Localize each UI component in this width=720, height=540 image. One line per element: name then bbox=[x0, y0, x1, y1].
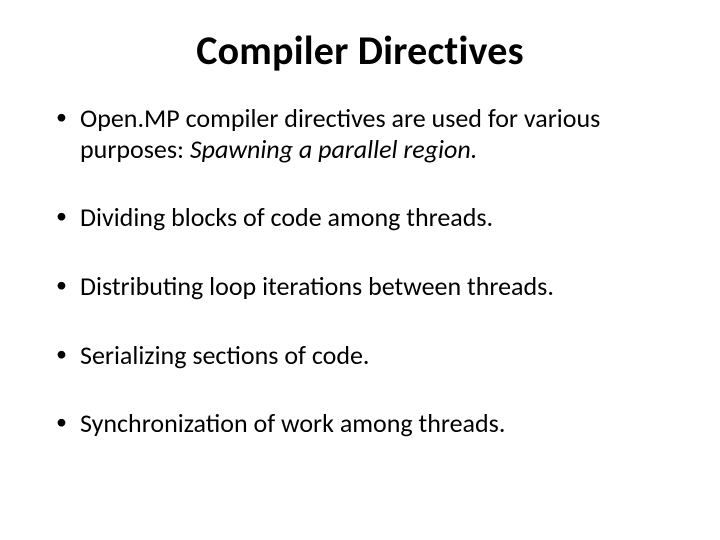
bullet-text: Distributing loop iterations between thr… bbox=[80, 270, 554, 302]
list-item: Open.MP compiler directives are used for… bbox=[50, 103, 670, 164]
bullet-text: Synchronization of work among threads. bbox=[80, 407, 505, 439]
bullet-list: Open.MP compiler directives are used for… bbox=[50, 103, 670, 439]
slide-title: Compiler Directives bbox=[50, 26, 670, 75]
slide: Compiler Directives Open.MP compiler dir… bbox=[0, 0, 720, 540]
list-item: Serializing sections of code. bbox=[50, 340, 670, 371]
bullet-text: Dividing blocks of code among threads. bbox=[80, 201, 493, 233]
list-item: Dividing blocks of code among threads. bbox=[50, 202, 670, 233]
list-item: Synchronization of work among threads. bbox=[50, 408, 670, 439]
list-item: Distributing loop iterations between thr… bbox=[50, 271, 670, 302]
bullet-emphasis: Spawning a parallel region. bbox=[190, 133, 477, 165]
bullet-text: Serializing sections of code. bbox=[80, 339, 370, 371]
